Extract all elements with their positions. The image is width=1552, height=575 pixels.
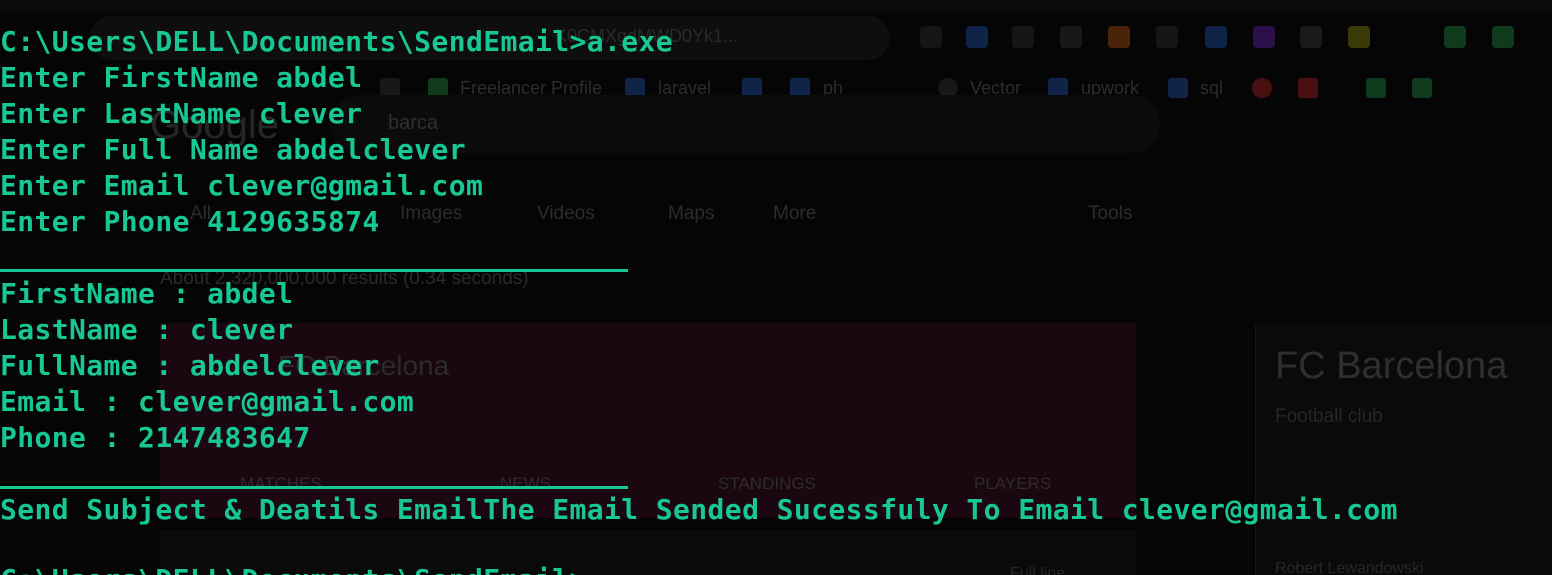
output-full-name-line: FullName : abdelclever: [0, 349, 380, 382]
input-last-name-line: Enter LastName clever: [0, 97, 363, 130]
input-phone-line: Enter Phone 4129635874: [0, 205, 380, 238]
output-separator-bottom: [0, 486, 628, 489]
output-email-line: Email : clever@gmail.com: [0, 385, 415, 418]
output-first-name-line: FirstName : abdel: [0, 277, 294, 310]
terminal-next-prompt: C:\Users\DELL\Documents\SendEmail>: [0, 562, 587, 575]
input-first-name-line: Enter FirstName abdel: [0, 61, 363, 94]
input-full-name-line: Enter Full Name abdelclever: [0, 133, 466, 166]
input-email-line: Enter Email clever@gmail.com: [0, 169, 484, 202]
terminal-prompt-command: C:\Users\DELL\Documents\SendEmail>a.exe: [0, 25, 674, 58]
output-phone-line: Phone : 2147483647: [0, 421, 311, 454]
send-status-line: Send Subject & Deatils EmailThe Email Se…: [0, 493, 1398, 526]
output-separator-top: [0, 269, 628, 272]
output-last-name-line: LastName : clever: [0, 313, 294, 346]
screen: K0CMXgdMWD0Yk1... Freelancer Profile lar…: [0, 0, 1552, 575]
terminal-window[interactable]: C:\Users\DELL\Documents\SendEmail>a.exe …: [0, 0, 1552, 575]
